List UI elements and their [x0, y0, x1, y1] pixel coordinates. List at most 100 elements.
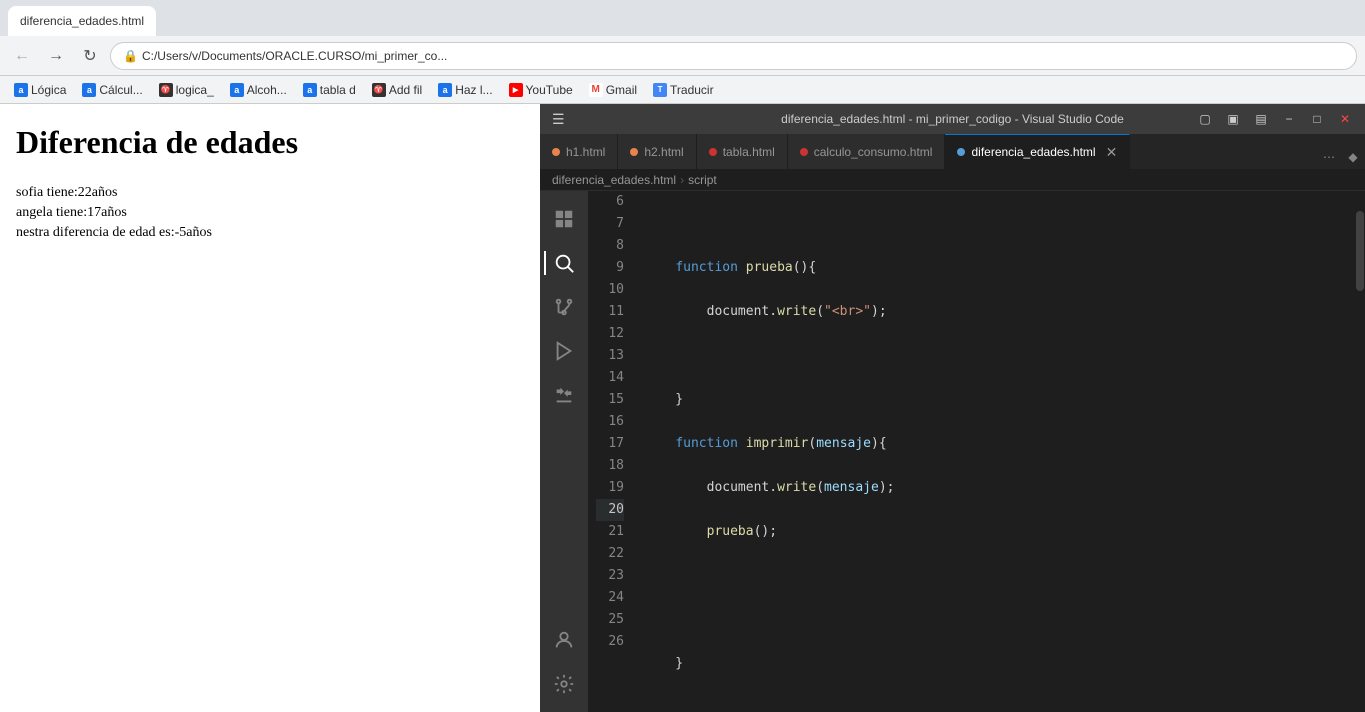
- editor-layout-button[interactable]: ◆: [1341, 145, 1365, 169]
- bookmark-logica[interactable]: a Lógica: [8, 81, 72, 99]
- preview-line-3: nestra diferencia de edad es:-5años: [16, 225, 524, 241]
- bookmark-add-file[interactable]: ♈ Add fil: [366, 81, 428, 99]
- activity-explorer[interactable]: [544, 199, 584, 239]
- bookmark-favicon-tabla: a: [303, 83, 317, 97]
- bookmark-alcohol[interactable]: a Alcoh...: [224, 81, 293, 99]
- activity-debug[interactable]: [544, 331, 584, 371]
- vscode-editor: ☰ diferencia_edades.html - mi_primer_cod…: [540, 104, 1365, 712]
- bookmark-label-translate: Traducir: [670, 83, 714, 97]
- back-button[interactable]: ←: [8, 42, 36, 70]
- tab-more-button[interactable]: ⋯: [1317, 145, 1341, 169]
- address-text: C:/Users/v/Documents/ORACLE.CURSO/mi_pri…: [142, 49, 447, 63]
- preview-content: Diferencia de edades sofia tiene:22años …: [0, 104, 540, 712]
- tab-label-h2: h2.html: [644, 145, 683, 159]
- tab-diferencia[interactable]: diferencia_edades.html ✕: [945, 134, 1130, 169]
- tab-dot-diferencia: [957, 148, 965, 156]
- bookmark-label-haz: Haz l...: [455, 83, 492, 97]
- titlebar-controls: ▢ ▣ ▤ − □ ✕: [1193, 107, 1357, 131]
- bookmark-favicon-gmail: M: [589, 83, 603, 97]
- bookmark-calculo[interactable]: a Cálcul...: [76, 81, 148, 99]
- vscode-breadcrumb: diferencia_edades.html › script: [540, 169, 1365, 191]
- tab-h2[interactable]: h2.html: [618, 134, 696, 169]
- code-line-10: }: [644, 389, 1347, 411]
- minimize-button[interactable]: −: [1277, 107, 1301, 131]
- activity-source-control[interactable]: [544, 287, 584, 327]
- code-line-16: }: [644, 653, 1347, 675]
- browser-tabs-bar: diferencia_edades.html: [0, 0, 1365, 36]
- browser-preview: Diferencia de edades sofia tiene:22años …: [0, 104, 540, 712]
- bookmark-favicon-add-file: ♈: [372, 83, 386, 97]
- close-button[interactable]: ✕: [1333, 107, 1357, 131]
- bookmark-gmail[interactable]: M Gmail: [583, 81, 643, 99]
- code-line-13: prueba();: [644, 521, 1347, 543]
- layout-icon-2[interactable]: ▣: [1221, 107, 1245, 131]
- code-line-6: [644, 213, 1347, 235]
- tab-dot-h2: [630, 148, 638, 156]
- reload-button[interactable]: ↻: [76, 42, 104, 70]
- address-bar[interactable]: 🔒 C:/Users/v/Documents/ORACLE.CURSO/mi_p…: [110, 42, 1357, 70]
- code-line-11: function imprimir(mensaje){: [644, 433, 1347, 455]
- bookmark-label-logica: Lógica: [31, 83, 66, 97]
- scrollbar-thumb[interactable]: [1356, 211, 1364, 291]
- bookmark-label-calculo: Cálcul...: [99, 83, 142, 97]
- browser-chrome: diferencia_edades.html ← → ↻ 🔒 C:/Users/…: [0, 0, 1365, 104]
- preview-title: Diferencia de edades: [16, 124, 524, 161]
- bookmark-favicon-logica: a: [14, 83, 28, 97]
- activity-bar: [540, 191, 588, 712]
- tab-h1[interactable]: h1.html: [540, 134, 618, 169]
- breadcrumb-section: script: [688, 173, 717, 187]
- vscode-tabs: h1.html h2.html tabla.html calculo_consu…: [540, 134, 1365, 169]
- titlebar-text: diferencia_edades.html - mi_primer_codig…: [781, 112, 1124, 126]
- bookmarks-bar: a Lógica a Cálcul... ♈ logica_ a Alcoh..…: [0, 76, 1365, 104]
- bookmark-favicon-alcohol: a: [230, 83, 244, 97]
- bookmark-favicon-youtube: ▶: [509, 83, 523, 97]
- activity-account[interactable]: [544, 620, 584, 660]
- titlebar-menu: ☰: [548, 107, 569, 132]
- line-numbers: 6 7 8 9 10 11 12 13 14 15 16 17 18 19 20…: [588, 191, 636, 712]
- forward-button[interactable]: →: [42, 42, 70, 70]
- code-editor[interactable]: 6 7 8 9 10 11 12 13 14 15 16 17 18 19 20…: [588, 191, 1365, 712]
- bookmark-tabla[interactable]: a tabla d: [297, 81, 362, 99]
- tab-label-tabla: tabla.html: [723, 145, 775, 159]
- bookmark-label-alcohol: Alcoh...: [247, 83, 287, 97]
- tab-dot-calculo: [800, 148, 808, 156]
- code-line-12: document.write(mensaje);: [644, 477, 1347, 499]
- hamburger-icon[interactable]: ☰: [548, 107, 569, 132]
- bookmark-haz[interactable]: a Haz l...: [432, 81, 498, 99]
- tab-calculo[interactable]: calculo_consumo.html: [788, 134, 946, 169]
- layout-icon-3[interactable]: ▤: [1249, 107, 1273, 131]
- activity-search[interactable]: [544, 243, 584, 283]
- code-line-14: [644, 565, 1347, 587]
- bookmark-translate[interactable]: T Traducir: [647, 81, 720, 99]
- activity-extensions[interactable]: [544, 375, 584, 415]
- code-line-9: [644, 345, 1347, 367]
- tab-label-h1: h1.html: [566, 145, 605, 159]
- activity-settings[interactable]: [544, 664, 584, 704]
- scrollbar-vertical[interactable]: [1355, 191, 1365, 712]
- vscode-titlebar: ☰ diferencia_edades.html - mi_primer_cod…: [540, 104, 1365, 134]
- bookmark-label-gmail: Gmail: [606, 83, 637, 97]
- breadcrumb-separator: ›: [680, 173, 684, 187]
- bookmark-label-add-file: Add fil: [389, 83, 422, 97]
- code-line-15: [644, 609, 1347, 631]
- tab-label-diferencia: diferencia_edades.html: [971, 145, 1095, 159]
- layout-icon-1[interactable]: ▢: [1193, 107, 1217, 131]
- tab-label-calculo: calculo_consumo.html: [814, 145, 933, 159]
- browser-tab-active[interactable]: diferencia_edades.html: [8, 6, 156, 36]
- bookmark-favicon-calculo: a: [82, 83, 96, 97]
- maximize-button[interactable]: □: [1305, 107, 1329, 131]
- tab-tabla[interactable]: tabla.html: [697, 134, 788, 169]
- code-content[interactable]: function prueba(){ document.write("<br>"…: [636, 191, 1355, 712]
- preview-line-1: sofia tiene:22años: [16, 185, 524, 201]
- bookmark-logica-gh[interactable]: ♈ logica_: [153, 81, 220, 99]
- tab-dot-tabla: [709, 148, 717, 156]
- main-area: Diferencia de edades sofia tiene:22años …: [0, 104, 1365, 712]
- breadcrumb-file: diferencia_edades.html: [552, 173, 676, 187]
- preview-line-2: angela tiene:17años: [16, 205, 524, 221]
- bookmark-favicon-haz: a: [438, 83, 452, 97]
- bookmark-youtube[interactable]: ▶ YouTube: [503, 81, 579, 99]
- code-line-17: [644, 697, 1347, 712]
- bookmark-label-tabla: tabla d: [320, 83, 356, 97]
- tab-close-icon[interactable]: ✕: [1106, 144, 1118, 161]
- vscode-body: 6 7 8 9 10 11 12 13 14 15 16 17 18 19 20…: [540, 191, 1365, 712]
